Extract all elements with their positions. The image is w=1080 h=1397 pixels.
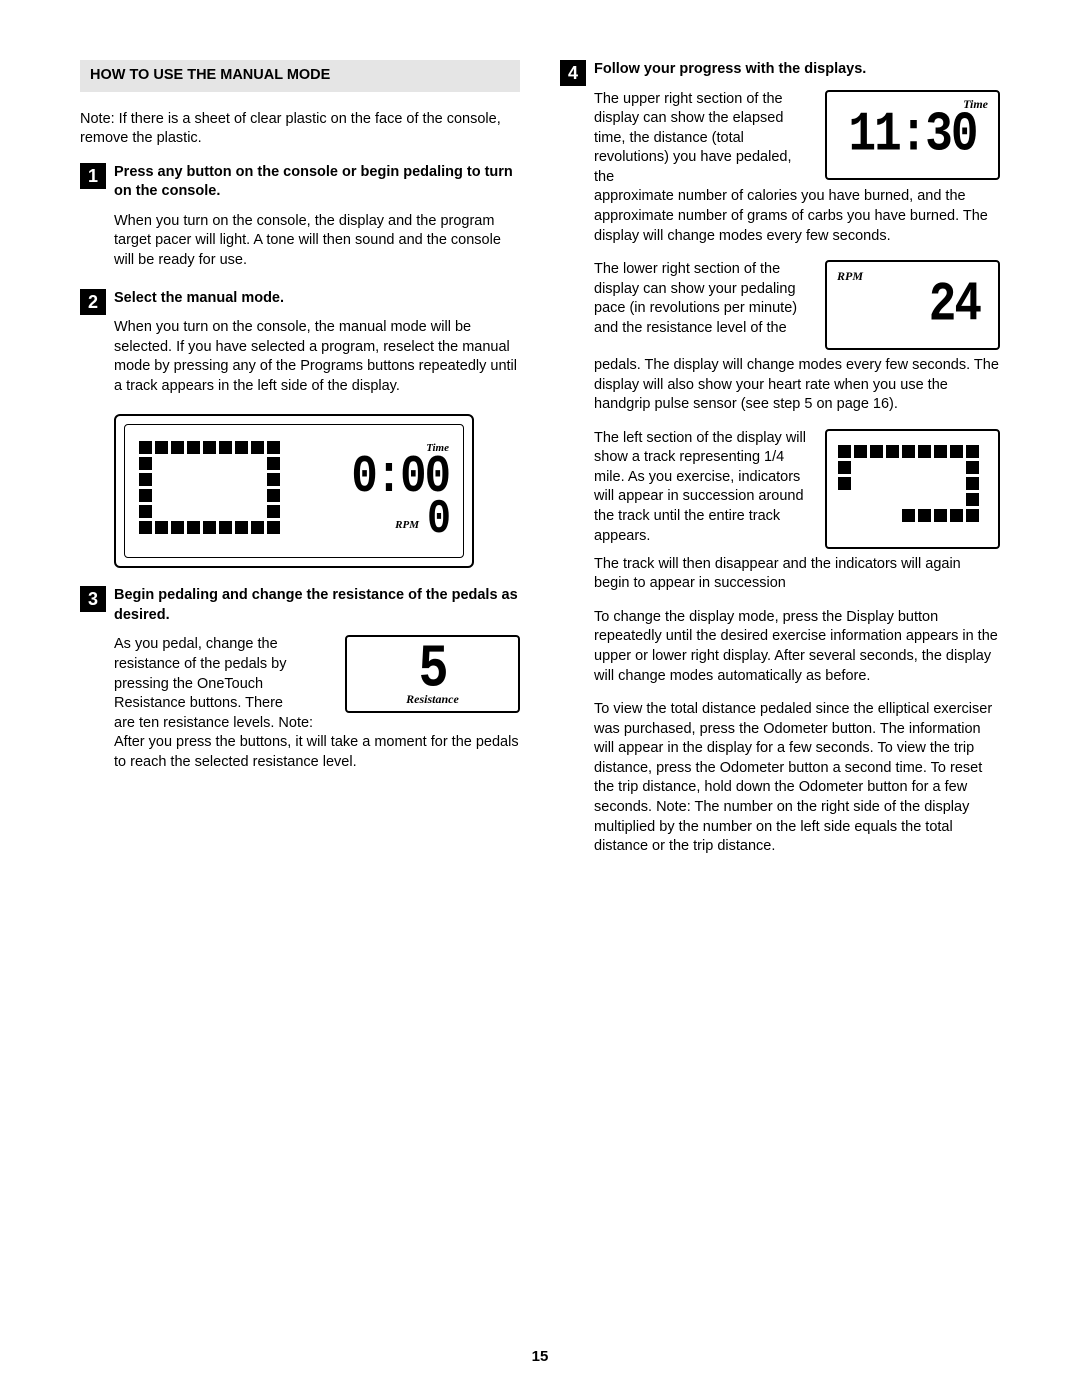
left-column: HOW TO USE THE MANUAL MODE Note: If ther… [80,60,520,875]
rpm-figure: RPM 24 [825,260,1000,350]
step-number-badge: 1 [80,163,106,189]
step-4: 4 Follow your progress with the displays… [560,60,1000,80]
step-number-badge: 2 [80,289,106,315]
resistance-figure: 5 Resistance [345,635,520,713]
rpm-label: RPM [395,518,419,533]
time-fig-readout: 11:30 [848,107,976,162]
rpm-readout: 0 [427,497,449,545]
step-2-title: Select the manual mode. [114,289,520,309]
section-header: HOW TO USE THE MANUAL MODE [80,60,520,92]
resistance-label: Resistance [347,691,518,707]
step-2: 2 Select the manual mode. [80,289,520,309]
step-3-text-b: are ten resistance levels. Note: After y… [114,714,520,773]
page-number: 15 [0,1347,1080,1367]
step-number-badge: 3 [80,586,106,612]
console-display-inner: Time 0:00 RPM 0 [124,424,464,558]
rpm-fig-readout: 24 [929,277,980,332]
step-2-body: When you turn on the console, the manual… [80,318,520,396]
step-3-title: Begin pedaling and change the resistance… [114,586,520,625]
step-3: 3 Begin pedaling and change the resistan… [80,586,520,625]
step-4-body: Time 11:30 The upper right section of th… [560,90,1000,857]
step4-p1b: approximate number of calories you have … [594,187,1000,246]
partial-track-graphic [838,445,988,535]
right-column: 4 Follow your progress with the displays… [560,60,1000,875]
step4-p2b: pedals. The display will change modes ev… [594,356,1000,415]
rpm-fig-label: RPM [837,268,863,284]
track-graphic [139,441,279,541]
step-1: 1 Press any button on the console or beg… [80,163,520,202]
step4-p4: To change the display mode, press the Di… [594,608,1000,686]
console-display-figure: Time 0:00 RPM 0 [114,414,474,568]
step-1-text: When you turn on the console, the displa… [114,212,520,271]
step4-p3b: The track will then disappear and the in… [594,555,1000,594]
intro-note: Note: If there is a sheet of clear plast… [80,110,520,149]
step-4-title: Follow your progress with the displays. [594,60,1000,80]
step4-p5: To view the total distance pedaled since… [594,700,1000,857]
two-column-layout: HOW TO USE THE MANUAL MODE Note: If ther… [80,60,1000,875]
track-figure [825,429,1000,549]
time-figure: Time 11:30 [825,90,1000,180]
step-1-body: When you turn on the console, the displa… [80,212,520,271]
step-number-badge: 4 [560,60,586,86]
step-3-body: 5 Resistance As you pedal, change the re… [80,635,520,786]
step-2-text: When you turn on the console, the manual… [114,318,520,396]
step-1-title: Press any button on the console or begin… [114,163,520,202]
console-readouts: Time 0:00 RPM 0 [299,441,449,541]
manual-page: HOW TO USE THE MANUAL MODE Note: If ther… [0,0,1080,1397]
